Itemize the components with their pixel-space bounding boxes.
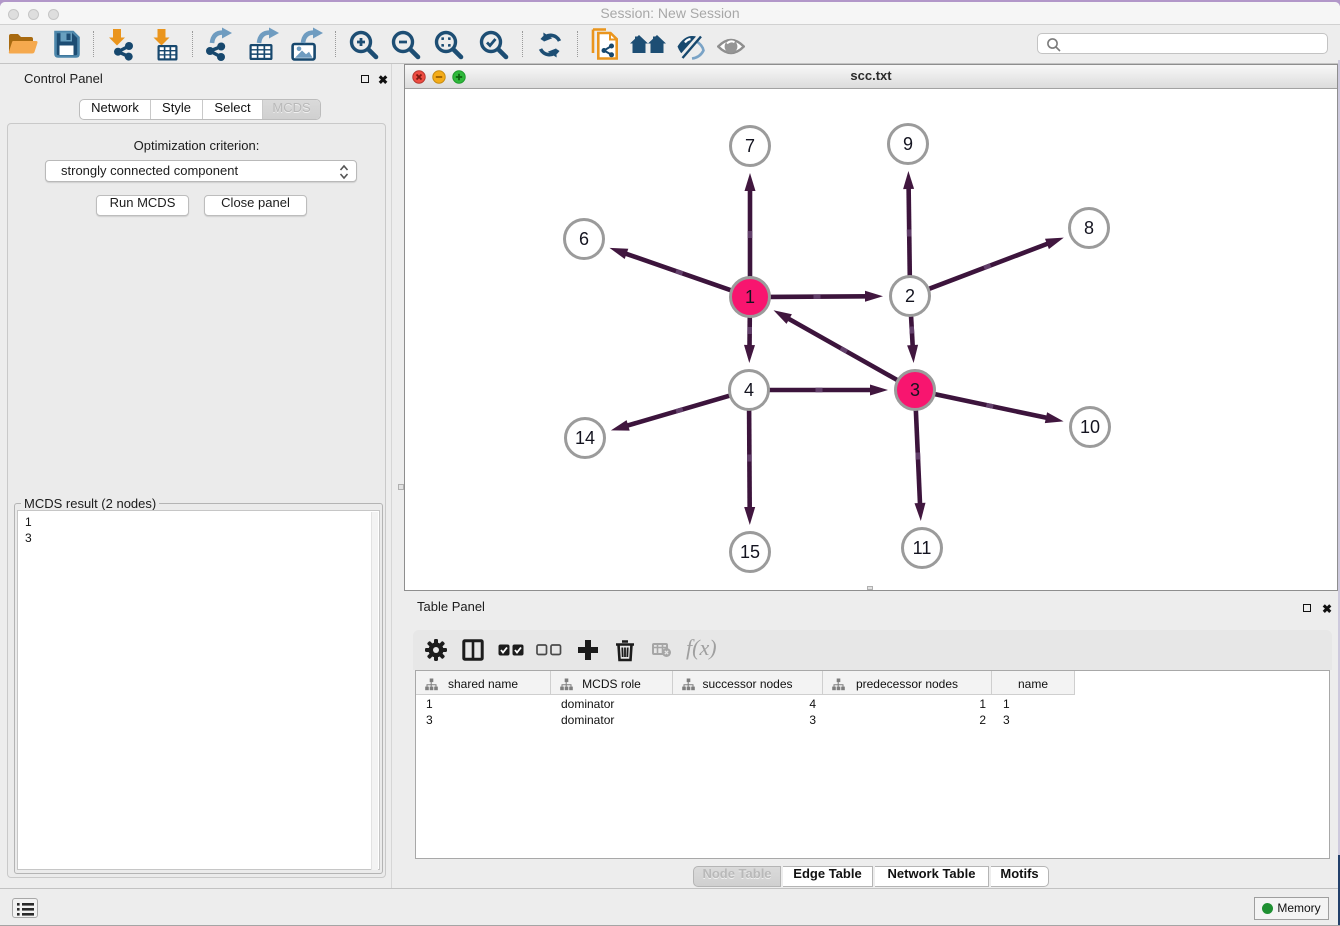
svg-text:4: 4 <box>744 380 754 400</box>
svg-text:15: 15 <box>740 542 760 562</box>
svg-text:2: 2 <box>905 286 915 306</box>
svg-text:9: 9 <box>903 134 913 154</box>
svg-text:11: 11 <box>913 538 932 558</box>
svg-text:7: 7 <box>745 136 755 156</box>
svg-text:3: 3 <box>910 380 920 400</box>
svg-text:6: 6 <box>579 229 589 249</box>
svg-text:14: 14 <box>575 428 595 448</box>
svg-text:10: 10 <box>1080 417 1100 437</box>
svg-text:8: 8 <box>1084 218 1094 238</box>
svg-text:1: 1 <box>745 287 755 307</box>
